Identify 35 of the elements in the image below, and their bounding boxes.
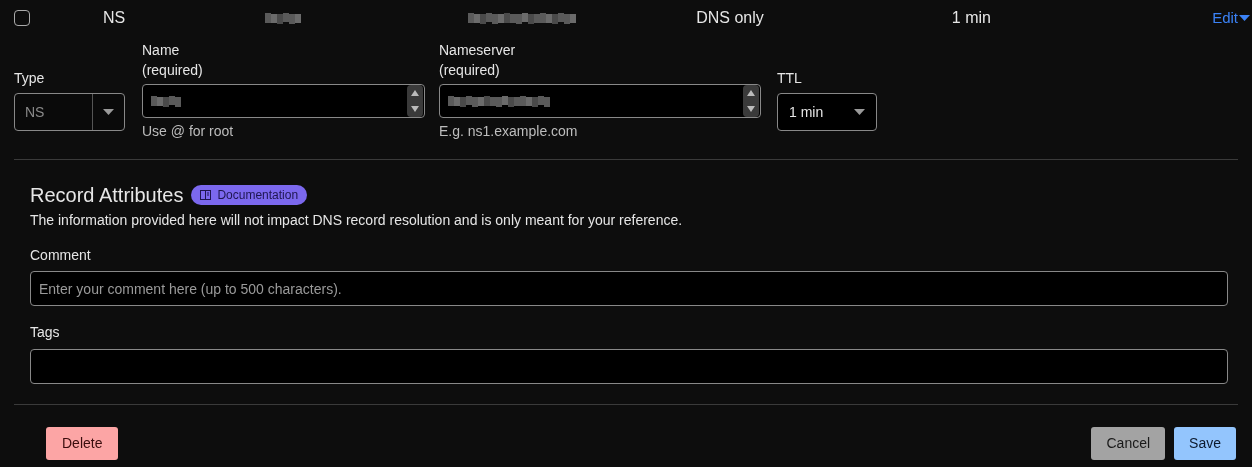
delete-button[interactable]: Delete: [46, 427, 119, 460]
ttl-select[interactable]: 1 min: [777, 93, 877, 131]
type-value: NS: [24, 102, 46, 122]
help-text: Use @ for root: [142, 122, 235, 141]
tags-input[interactable]: [30, 349, 1228, 384]
required-note: (required): [439, 61, 501, 80]
caret-icon: [854, 109, 865, 115]
row-checkbox[interactable]: [14, 10, 30, 26]
comment-input[interactable]: Enter your comment here (up to 500 characters).: [30, 271, 1228, 306]
nameserver-input[interactable]: [439, 84, 761, 118]
documentation-badge[interactable]: Documentation: [191, 185, 308, 205]
field-label: Tags: [30, 323, 61, 342]
cancel-button[interactable]: Cancel: [1091, 427, 1166, 460]
record-type: NS: [103, 8, 126, 28]
field-label: Nameserver: [439, 41, 517, 60]
proxy-status: DNS only: [696, 8, 764, 28]
help-text: E.g. ns1.example.com: [439, 122, 579, 141]
field-label: Type: [14, 69, 46, 88]
redacted-value: [265, 12, 302, 24]
caret-icon: [1239, 15, 1250, 21]
section-title: Record Attributes: [30, 183, 184, 208]
name-input[interactable]: [142, 84, 425, 118]
redacted-value: [151, 95, 181, 107]
edit-link[interactable]: Edit: [1212, 6, 1250, 30]
field-label: TTL: [777, 69, 803, 88]
spinner-icon[interactable]: [407, 85, 423, 117]
field-label: Comment: [30, 246, 92, 265]
ttl-value: 1 min: [951, 8, 991, 28]
book-icon: [200, 190, 212, 200]
save-button[interactable]: Save: [1174, 427, 1236, 460]
caret-icon: [103, 109, 114, 115]
section-description: The information provided here will not impact DNS record resolution and is only meant for your reference.: [30, 211, 684, 230]
spinner-icon[interactable]: [743, 85, 759, 117]
field-label: Name: [142, 41, 181, 60]
required-note: (required): [142, 61, 204, 80]
